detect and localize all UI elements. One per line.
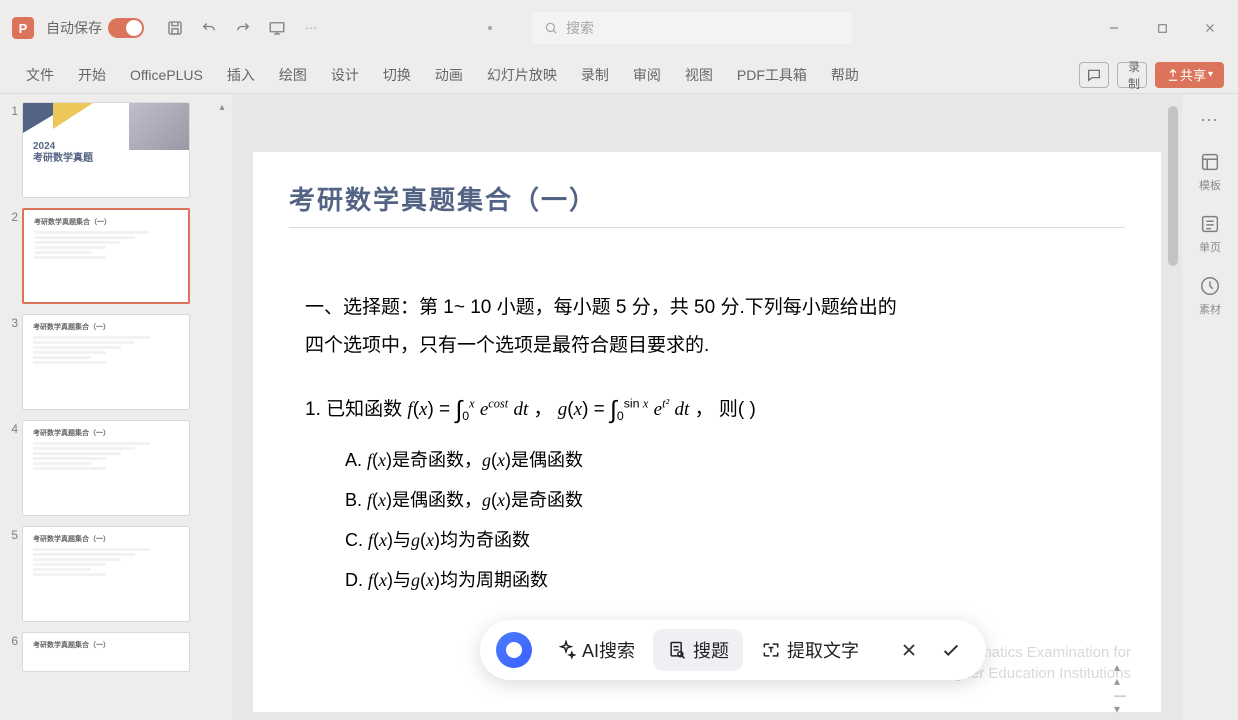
thumb-number: 6 bbox=[4, 632, 22, 648]
question-1: 1. 已知函数 f(x) = ∫0x ecost dt ， g(x) = ∫0s… bbox=[305, 383, 899, 432]
thumb-number: 3 bbox=[4, 314, 22, 330]
rail-single-label: 单页 bbox=[1199, 239, 1221, 255]
thumb-number: 2 bbox=[4, 208, 22, 224]
tab-home[interactable]: 开始 bbox=[66, 56, 118, 93]
app-icon: P bbox=[12, 17, 34, 39]
search-placeholder: 搜索 bbox=[566, 18, 594, 38]
comments-button[interactable] bbox=[1079, 62, 1109, 88]
tab-transitions[interactable]: 切换 bbox=[371, 56, 423, 93]
q1-prefix: 1. 已知函数 bbox=[305, 399, 407, 420]
ocr-crop-region: 一、选择题：第 1~ 10 小题，每小题 5 分，共 50 分.下列每小题给出的… bbox=[283, 265, 921, 601]
tab-insert[interactable]: 插入 bbox=[215, 56, 267, 93]
option-c: C. f(x)与g(x)均为奇函数 bbox=[345, 526, 899, 552]
canvas-scrollbar[interactable] bbox=[1166, 98, 1180, 716]
maximize-button[interactable] bbox=[1146, 12, 1178, 44]
thumb-number: 4 bbox=[4, 420, 22, 436]
cancel-button[interactable] bbox=[890, 631, 928, 669]
tab-file[interactable]: 文件 bbox=[14, 56, 66, 93]
share-button[interactable]: 共享▾ bbox=[1155, 62, 1224, 88]
search-input[interactable]: 搜索 bbox=[532, 12, 852, 44]
search-icon bbox=[544, 21, 558, 35]
thumb1-title: 考研数学真题 bbox=[33, 153, 93, 164]
tab-review[interactable]: 审阅 bbox=[621, 56, 673, 93]
thumb-scrollbar[interactable]: ▴ bbox=[214, 102, 230, 113]
rail-templates-label: 模板 bbox=[1199, 177, 1221, 193]
option-b: B. f(x)是偶函数，g(x)是奇函数 bbox=[345, 486, 899, 512]
right-rail: ⋯ 模板 单页 素材 bbox=[1182, 94, 1238, 720]
section-instruction: 一、选择题：第 1~ 10 小题，每小题 5 分，共 50 分.下列每小题给出的… bbox=[305, 289, 899, 365]
option-a: A. f(x)是奇函数，g(x)是偶函数 bbox=[345, 446, 899, 472]
thumbnail-2[interactable]: 考研数学真题集合（一） bbox=[22, 208, 190, 304]
extract-text-label: 提取文字 bbox=[787, 637, 859, 663]
search-question-label: 搜题 bbox=[693, 637, 729, 663]
rail-more-icon[interactable]: ⋯ bbox=[1200, 110, 1220, 131]
thumb1-year: 2024 bbox=[33, 141, 55, 152]
doc-search-icon bbox=[667, 640, 687, 660]
rail-single-page[interactable]: 单页 bbox=[1199, 213, 1221, 255]
thumb-number: 5 bbox=[4, 526, 22, 542]
share-label: 共享 bbox=[1180, 65, 1206, 84]
ribbon: 文件 开始 OfficePLUS 插入 绘图 设计 切换 动画 幻灯片放映 录制… bbox=[0, 56, 1238, 94]
slide-title: 考研数学真题集合（一） bbox=[289, 180, 1125, 217]
autosave-label: 自动保存 bbox=[46, 18, 102, 38]
rail-templates[interactable]: 模板 bbox=[1199, 151, 1221, 193]
record-button[interactable]: 录制 bbox=[1117, 62, 1147, 88]
option-d: D. f(x)与g(x)均为周期函数 bbox=[345, 566, 899, 592]
autosave-toggle[interactable] bbox=[108, 18, 144, 38]
thumb3-title: 考研数学真题集合（一） bbox=[33, 323, 179, 333]
present-icon[interactable] bbox=[264, 15, 290, 41]
thumb6-title: 考研数学真题集合（一） bbox=[33, 641, 179, 651]
thumb2-title: 考研数学真题集合（一） bbox=[34, 218, 178, 228]
tab-draw[interactable]: 绘图 bbox=[267, 56, 319, 93]
tab-officeplus[interactable]: OfficePLUS bbox=[118, 56, 215, 93]
canvas-nav-arrows[interactable]: ▴▴—▾ bbox=[1114, 660, 1126, 716]
confirm-button[interactable] bbox=[932, 631, 970, 669]
tab-view[interactable]: 视图 bbox=[673, 56, 725, 93]
ocr-action-bar: AI搜索 搜题 提取文字 bbox=[480, 620, 986, 680]
thumbnail-3[interactable]: 考研数学真题集合（一） bbox=[22, 314, 190, 410]
thumbnail-1[interactable]: 2024考研数学真题 bbox=[22, 102, 190, 198]
tab-record[interactable]: 录制 bbox=[569, 56, 621, 93]
thumb-number: 1 bbox=[4, 102, 22, 118]
rail-material[interactable]: 素材 bbox=[1199, 275, 1221, 317]
minimize-button[interactable] bbox=[1098, 12, 1130, 44]
ai-search-label: AI搜索 bbox=[582, 637, 635, 663]
overflow-icon[interactable]: ⋯ bbox=[298, 15, 324, 41]
title-bar: P 自动保存 ⋯ 搜索 bbox=[0, 0, 1238, 56]
single-page-icon bbox=[1199, 213, 1221, 235]
tab-animations[interactable]: 动画 bbox=[423, 56, 475, 93]
tab-slideshow[interactable]: 幻灯片放映 bbox=[475, 56, 569, 93]
rail-material-label: 素材 bbox=[1199, 301, 1221, 317]
tab-pdf[interactable]: PDF工具箱 bbox=[725, 56, 819, 93]
ai-search-button[interactable]: AI搜索 bbox=[542, 629, 649, 671]
tab-help[interactable]: 帮助 bbox=[819, 56, 871, 93]
thumbnail-panel: ▴ 1 2024考研数学真题 2 考研数学真题集合（一） 3 bbox=[0, 94, 232, 720]
assistant-logo-icon[interactable] bbox=[496, 632, 532, 668]
extract-text-button[interactable]: 提取文字 bbox=[747, 629, 873, 671]
material-icon bbox=[1199, 275, 1221, 297]
q1-suffix: ， 则( ) bbox=[689, 399, 756, 420]
save-icon[interactable] bbox=[162, 15, 188, 41]
undo-icon[interactable] bbox=[196, 15, 222, 41]
thumb5-title: 考研数学真题集合（一） bbox=[33, 535, 179, 545]
close-button[interactable] bbox=[1194, 12, 1226, 44]
thumbnail-5[interactable]: 考研数学真题集合（一） bbox=[22, 526, 190, 622]
record-label: 录制 bbox=[1128, 58, 1140, 92]
title-dot bbox=[488, 26, 492, 30]
text-extract-icon bbox=[761, 640, 781, 660]
search-question-button[interactable]: 搜题 bbox=[653, 629, 743, 671]
thumb4-title: 考研数学真题集合（一） bbox=[33, 429, 179, 439]
sparkle-icon bbox=[556, 640, 576, 660]
thumbnail-6[interactable]: 考研数学真题集合（一） bbox=[22, 632, 190, 672]
template-icon bbox=[1199, 151, 1221, 173]
slide-divider bbox=[289, 227, 1125, 228]
redo-icon[interactable] bbox=[230, 15, 256, 41]
thumbnail-4[interactable]: 考研数学真题集合（一） bbox=[22, 420, 190, 516]
tab-design[interactable]: 设计 bbox=[319, 56, 371, 93]
